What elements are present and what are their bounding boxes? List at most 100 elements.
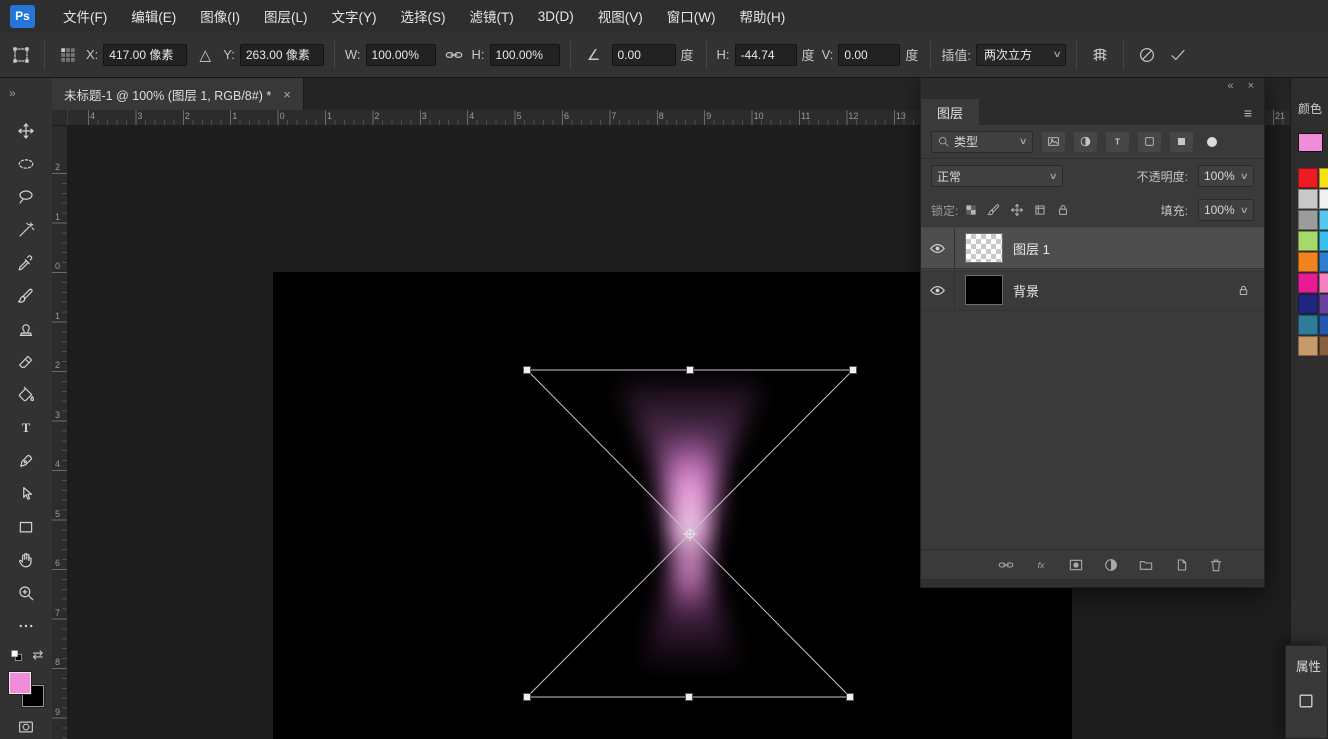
menu-item-type[interactable]: 文字(Y) bbox=[320, 1, 389, 31]
menu-item-layer[interactable]: 图层(L) bbox=[252, 1, 320, 31]
lock-pixels-icon[interactable] bbox=[987, 203, 1001, 217]
filter-smart-objects-button[interactable] bbox=[1170, 132, 1193, 152]
menu-item-view[interactable]: 视图(V) bbox=[586, 1, 655, 31]
color-swatch[interactable] bbox=[1319, 210, 1328, 230]
vskew-input[interactable]: 0.00 bbox=[838, 44, 900, 66]
collapse-panel-icon[interactable]: « bbox=[1227, 80, 1233, 92]
height-input[interactable]: 100.00% bbox=[490, 44, 560, 66]
layer-thumbnail[interactable] bbox=[965, 275, 1003, 305]
layer-name[interactable]: 图层 1 bbox=[1013, 239, 1050, 258]
menu-item-edit[interactable]: 编辑(E) bbox=[119, 1, 188, 31]
quick-mask-button[interactable] bbox=[16, 718, 36, 739]
menu-item-window[interactable]: 窗口(W) bbox=[655, 1, 728, 31]
layer-name[interactable]: 背景 bbox=[1013, 281, 1039, 300]
add-mask-button[interactable] bbox=[1068, 557, 1084, 573]
marquee-tool[interactable] bbox=[9, 147, 43, 180]
current-color-swatch[interactable] bbox=[1298, 133, 1323, 152]
fill-input[interactable]: 100% ∨ bbox=[1198, 199, 1254, 221]
blend-mode-select[interactable]: 正常 ∨ bbox=[931, 165, 1063, 187]
path-select-tool[interactable] bbox=[9, 477, 43, 510]
pen-tool[interactable] bbox=[9, 444, 43, 477]
eraser-tool[interactable] bbox=[9, 345, 43, 378]
layer-row-layer1[interactable]: 图层 1 bbox=[921, 227, 1264, 269]
clone-stamp-tool[interactable] bbox=[9, 312, 43, 345]
opacity-input[interactable]: 100% ∨ bbox=[1198, 165, 1254, 187]
link-layers-button[interactable] bbox=[998, 557, 1014, 573]
reference-point-locator[interactable] bbox=[55, 42, 81, 68]
commit-transform-button[interactable] bbox=[1165, 42, 1191, 68]
menu-item-file[interactable]: 文件(F) bbox=[51, 1, 119, 31]
layer-visibility-toggle[interactable] bbox=[921, 228, 955, 268]
color-swatch[interactable] bbox=[1319, 294, 1328, 314]
color-swatch[interactable] bbox=[1319, 315, 1328, 335]
foreground-color-swatch[interactable] bbox=[9, 672, 31, 694]
filtering-toggle[interactable] bbox=[1207, 137, 1217, 147]
type-tool[interactable]: T bbox=[9, 411, 43, 444]
zoom-tool[interactable] bbox=[9, 576, 43, 609]
relative-position-toggle[interactable]: △ bbox=[192, 42, 218, 68]
warp-mode-button[interactable] bbox=[1087, 42, 1113, 68]
tab-layers[interactable]: 图层 bbox=[921, 99, 979, 125]
menu-item-3d[interactable]: 3D(D) bbox=[526, 4, 586, 29]
color-swatch[interactable] bbox=[1298, 252, 1318, 272]
lasso-tool[interactable] bbox=[9, 180, 43, 213]
color-swatch[interactable] bbox=[1298, 336, 1318, 356]
quick-selection-tool[interactable] bbox=[9, 213, 43, 246]
panel-resize-strip[interactable] bbox=[921, 579, 1264, 587]
layer-visibility-toggle[interactable] bbox=[921, 270, 955, 310]
default-colors-icon[interactable] bbox=[9, 648, 24, 663]
color-panel-title[interactable]: 颜色 bbox=[1298, 100, 1328, 117]
hskew-input[interactable]: -44.74 bbox=[735, 44, 797, 66]
new-group-button[interactable] bbox=[1138, 557, 1154, 573]
filter-type-select[interactable]: 类型 ∨ bbox=[931, 131, 1033, 153]
filter-pixel-layers-button[interactable] bbox=[1042, 132, 1065, 152]
layer-style-button[interactable]: fx bbox=[1033, 557, 1049, 573]
lock-all-icon[interactable] bbox=[1056, 203, 1070, 217]
menu-item-image[interactable]: 图像(I) bbox=[188, 1, 252, 31]
move-tool[interactable] bbox=[9, 114, 43, 147]
menu-item-filter[interactable]: 滤镜(T) bbox=[458, 1, 526, 31]
panel-menu-icon[interactable]: ≡ bbox=[1244, 105, 1264, 125]
rotation-input[interactable]: 0.00 bbox=[612, 44, 676, 66]
maintain-aspect-icon[interactable] bbox=[441, 42, 467, 68]
color-swatch[interactable] bbox=[1298, 294, 1318, 314]
width-input[interactable]: 100.00% bbox=[366, 44, 436, 66]
color-swatch[interactable] bbox=[1298, 231, 1318, 251]
gradient-tool[interactable] bbox=[9, 378, 43, 411]
layer-row-background[interactable]: 背景 bbox=[921, 269, 1264, 311]
color-swatch[interactable] bbox=[1319, 168, 1328, 188]
swap-colors-icon[interactable]: ⇄ bbox=[33, 647, 44, 663]
color-swatch[interactable] bbox=[1298, 168, 1318, 188]
color-swatch[interactable] bbox=[1319, 336, 1328, 356]
menu-item-help[interactable]: 帮助(H) bbox=[727, 1, 797, 31]
cancel-transform-button[interactable] bbox=[1134, 42, 1160, 68]
x-input[interactable]: 417.00 像素 bbox=[103, 44, 187, 66]
filter-adjustment-layers-button[interactable] bbox=[1074, 132, 1097, 152]
layer-thumbnail[interactable] bbox=[965, 233, 1003, 263]
color-swatch[interactable] bbox=[1319, 189, 1328, 209]
properties-panel-title[interactable]: 属性 bbox=[1296, 656, 1327, 675]
brush-tool[interactable] bbox=[9, 279, 43, 312]
lock-position-icon[interactable] bbox=[1010, 203, 1024, 217]
filter-shape-layers-button[interactable] bbox=[1138, 132, 1161, 152]
y-input[interactable]: 263.00 像素 bbox=[240, 44, 324, 66]
color-swatch[interactable] bbox=[1298, 189, 1318, 209]
document-tab[interactable]: 未标题-1 @ 100% (图层 1, RGB/8#) * × bbox=[52, 78, 304, 110]
new-layer-button[interactable] bbox=[1173, 557, 1189, 573]
color-swatch[interactable] bbox=[1298, 273, 1318, 293]
eyedropper-tool[interactable] bbox=[9, 246, 43, 279]
lock-artboard-icon[interactable] bbox=[1033, 203, 1047, 217]
color-swatch[interactable] bbox=[1298, 210, 1318, 230]
filter-type-layers-button[interactable]: T bbox=[1106, 132, 1129, 152]
hand-tool[interactable] bbox=[9, 543, 43, 576]
shape-tool[interactable] bbox=[9, 510, 43, 543]
close-tab-icon[interactable]: × bbox=[283, 87, 291, 102]
collapse-tools-icon[interactable]: » bbox=[0, 82, 25, 106]
close-panel-icon[interactable]: × bbox=[1248, 80, 1254, 92]
menu-item-select[interactable]: 选择(S) bbox=[389, 1, 458, 31]
delete-layer-button[interactable] bbox=[1208, 557, 1224, 573]
color-swatch[interactable] bbox=[1319, 252, 1328, 272]
edit-toolbar-button[interactable] bbox=[9, 609, 43, 642]
color-swatch[interactable] bbox=[1319, 231, 1328, 251]
photoshop-logo[interactable]: Ps bbox=[10, 5, 35, 28]
